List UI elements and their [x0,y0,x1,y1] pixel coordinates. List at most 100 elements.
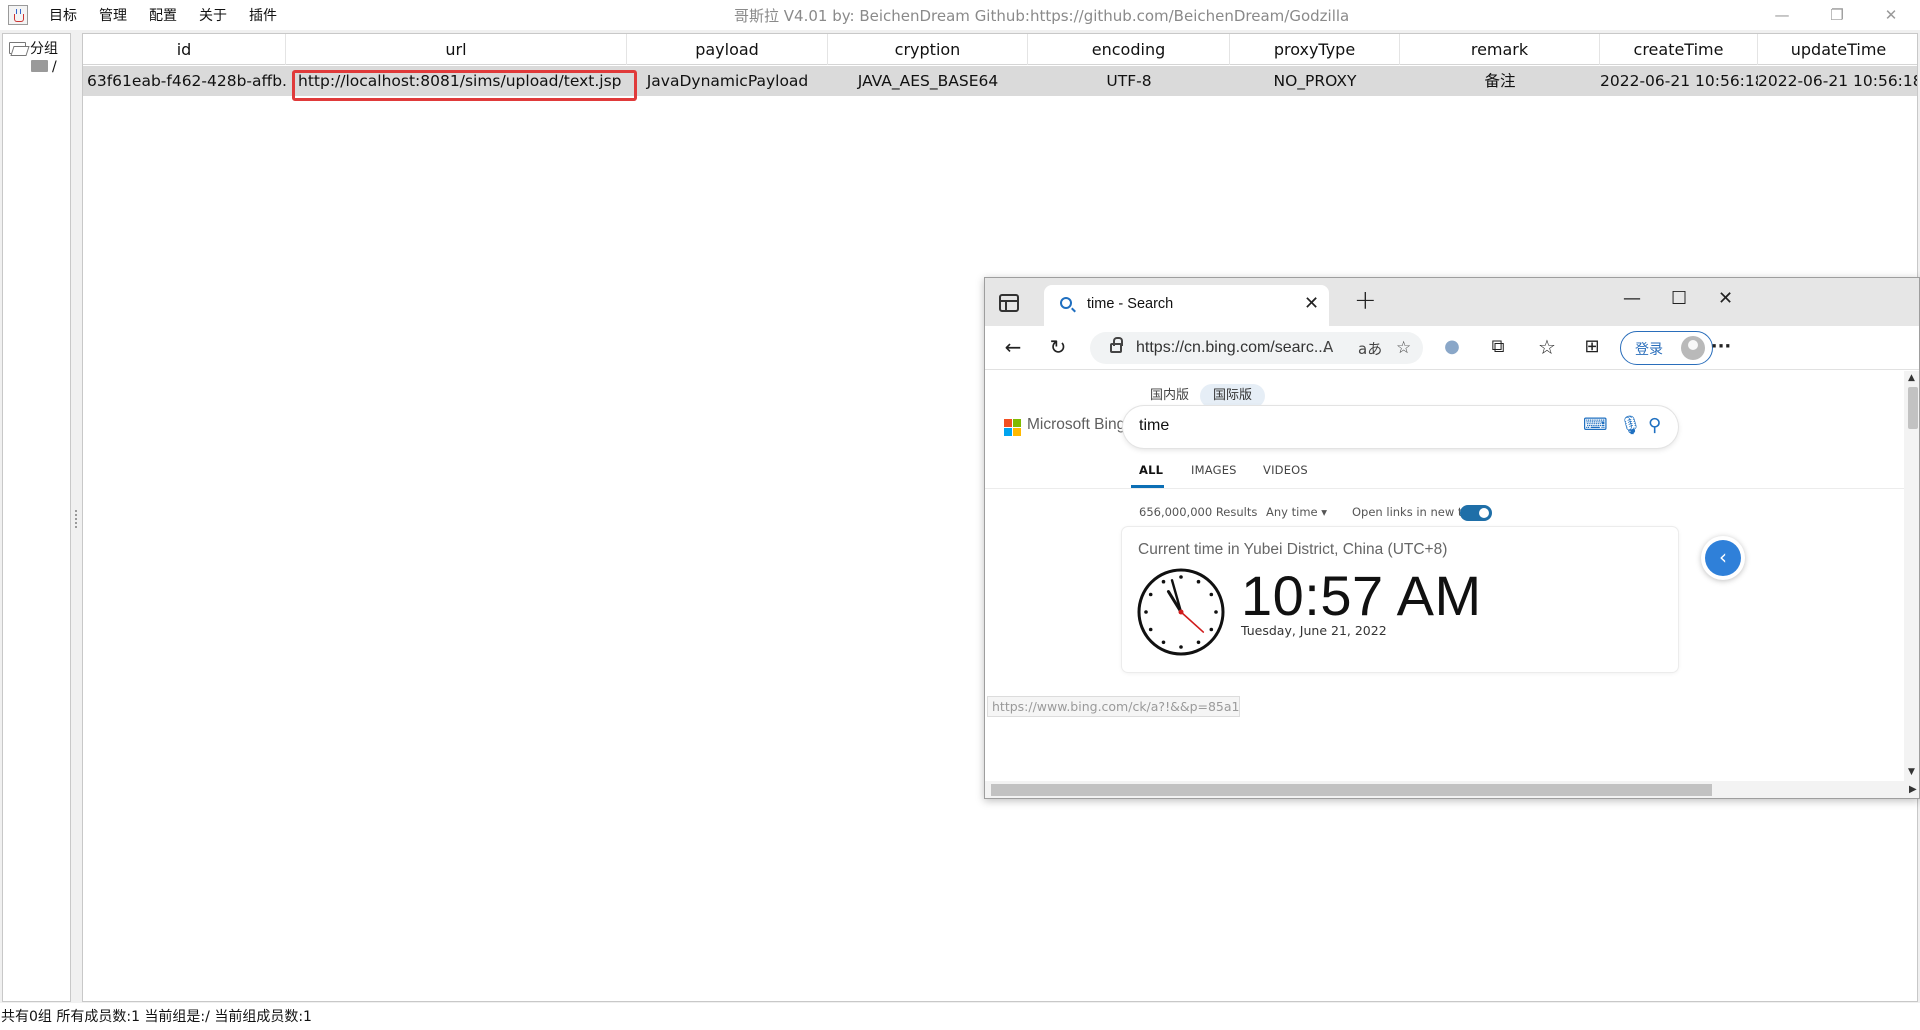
time-filter-dropdown[interactable]: Any time ▾ [1266,505,1327,519]
address-text: https://cn.bing.com/searc... [1136,339,1328,356]
search-icon [1060,297,1072,309]
scroll-right-icon[interactable]: ▶ [1909,784,1917,795]
more-icon[interactable]: ··· [1707,334,1735,360]
read-aloud-icon[interactable]: A [1323,338,1333,356]
column-header-updatetime[interactable]: updateTime [1758,34,1917,65]
favorites-icon[interactable]: ☆ [1533,334,1561,360]
clock-center [1178,609,1184,615]
time-filter-label: Any time [1266,505,1318,519]
avatar [1681,336,1705,360]
status-bar: 共有0组 所有成员数:1 当前组是:/ 当前组成员数:1 [0,1004,1920,1030]
menu-manage[interactable]: 管理 [99,5,127,25]
region-tab-domestic[interactable]: 国内版 [1137,384,1202,408]
clock-tick [1196,640,1201,645]
ms-logo-square [1004,428,1012,436]
menu-config[interactable]: 配置 [149,5,177,25]
collections-icon[interactable]: ⊞ [1578,334,1606,360]
column-header-remark[interactable]: remark [1400,34,1600,65]
horizontal-scroll-thumb[interactable] [991,784,1712,796]
sidebar-toggle-button[interactable]: ‹ [1701,536,1745,580]
folder-icon [31,60,48,72]
ms-logo-square [1013,428,1021,436]
open-links-label: Open links in new tab [1352,505,1477,519]
extension-circle-icon[interactable]: ● [1438,334,1466,360]
time-location: Current time in Yubei District, China (U… [1138,541,1448,558]
new-tab-icon[interactable]: + [1354,287,1377,314]
login-button[interactable]: 登录 [1620,331,1713,365]
back-arrow-icon[interactable]: ← [999,334,1027,360]
cell-cryption: JAVA_AES_BASE64 [857,72,999,90]
browser-minimize-button[interactable]: — [1623,288,1641,309]
ms-logo-square [1004,419,1012,427]
column-header-encoding[interactable]: encoding [1028,34,1230,65]
menu-target[interactable]: 目标 [49,5,77,25]
browser-maximize-button[interactable]: ☐ [1671,288,1687,309]
tree-child-label: / [52,59,57,75]
nav-tab-images[interactable]: IMAGES [1191,463,1237,477]
current-date: Tuesday, June 21, 2022 [1241,623,1387,638]
vertical-scroll-thumb[interactable] [1908,387,1918,429]
folder-open-icon [9,42,26,54]
search-input[interactable]: time ⌨ 🎙 ⚲ [1123,406,1678,448]
app-close-button[interactable]: ✕ [1876,3,1906,27]
microphone-icon[interactable]: 🎙 [1619,415,1642,436]
clock-tick [1148,627,1153,632]
cell-proxytype: NO_PROXY [1273,72,1357,90]
time-answer-card: Current time in Yubei District, China (U… [1122,527,1678,672]
extensions-puzzle-icon[interactable]: ⧉ [1484,334,1512,360]
lock-icon[interactable] [1110,337,1123,353]
column-header-createtime[interactable]: createTime [1600,34,1758,65]
results-count: 656,000,000 Results [1139,505,1258,519]
cell-remark: 备注 [1484,72,1516,90]
keyboard-icon[interactable]: ⌨ [1583,415,1608,435]
column-header-cryption[interactable]: cryption [828,34,1028,65]
tab-time-search[interactable]: time - Search ✕ [1044,285,1329,326]
ms-logo-square [1013,419,1021,427]
open-links-toggle[interactable] [1460,505,1492,521]
chevron-down-icon: ▾ [1321,505,1328,519]
tab-actions-icon[interactable] [999,294,1019,312]
browser-close-button[interactable]: ✕ [1718,288,1733,309]
clock-tick [1144,610,1148,614]
clock-tick [1209,592,1214,597]
analog-clock [1137,568,1225,656]
table-header: id url payload cryption encoding proxyTy… [83,34,1917,65]
address-bar[interactable]: https://cn.bing.com/searc... A aあ ☆ [1090,332,1423,364]
nav-tab-all[interactable]: ALL [1139,463,1163,477]
tree-root-label: 分组 [30,41,58,57]
refresh-icon[interactable]: ↻ [1044,334,1072,360]
menu-about[interactable]: 关于 [199,5,227,25]
app-minimize-button[interactable]: — [1767,3,1797,27]
column-header-proxytype[interactable]: proxyType [1230,34,1400,65]
column-header-payload[interactable]: payload [627,34,828,65]
clock-tick [1214,610,1218,614]
translate-icon[interactable]: aあ [1358,338,1382,359]
add-favorite-icon[interactable]: ☆ [1396,338,1411,358]
scroll-down-icon[interactable]: ▼ [1908,767,1915,777]
search-query: time [1139,417,1170,434]
login-label: 登录 [1635,342,1663,358]
tree-root-group[interactable]: 分组 [9,38,58,58]
scroll-up-icon[interactable]: ▲ [1908,373,1915,383]
chevron-left-icon: ‹ [1705,540,1741,576]
search-icon[interactable]: ⚲ [1648,415,1661,436]
clock-tick [1161,579,1166,584]
vertical-scrollbar[interactable]: ▲ ▼ [1904,371,1919,781]
column-header-url[interactable]: url [286,34,627,65]
horizontal-scrollbar[interactable]: ▶ [985,781,1919,798]
tree-child-group[interactable]: / [31,59,57,75]
tab-title: time - Search [1087,296,1174,312]
clock-tick [1179,575,1183,579]
column-header-id[interactable]: id [83,34,286,65]
cell-encoding: UTF-8 [1106,72,1152,90]
app-titlebar: 目标 管理 配置 关于 插件 哥斯拉 V4.01 by: BeichenDrea… [0,0,1920,30]
region-tab-international[interactable]: 国际版 [1200,384,1266,408]
app-maximize-button[interactable]: ❐ [1822,3,1852,27]
menu-plugins[interactable]: 插件 [249,5,277,25]
cell-createtime: 2022-06-21 10:56:18 [1600,72,1758,90]
clock-tick [1161,640,1166,645]
nav-tab-videos[interactable]: VIDEOS [1263,463,1308,477]
close-tab-icon[interactable]: ✕ [1304,293,1319,314]
bing-logo-text: Microsoft Bing [1027,416,1126,433]
cell-updatetime: 2022-06-21 10:56:18 [1758,72,1918,90]
